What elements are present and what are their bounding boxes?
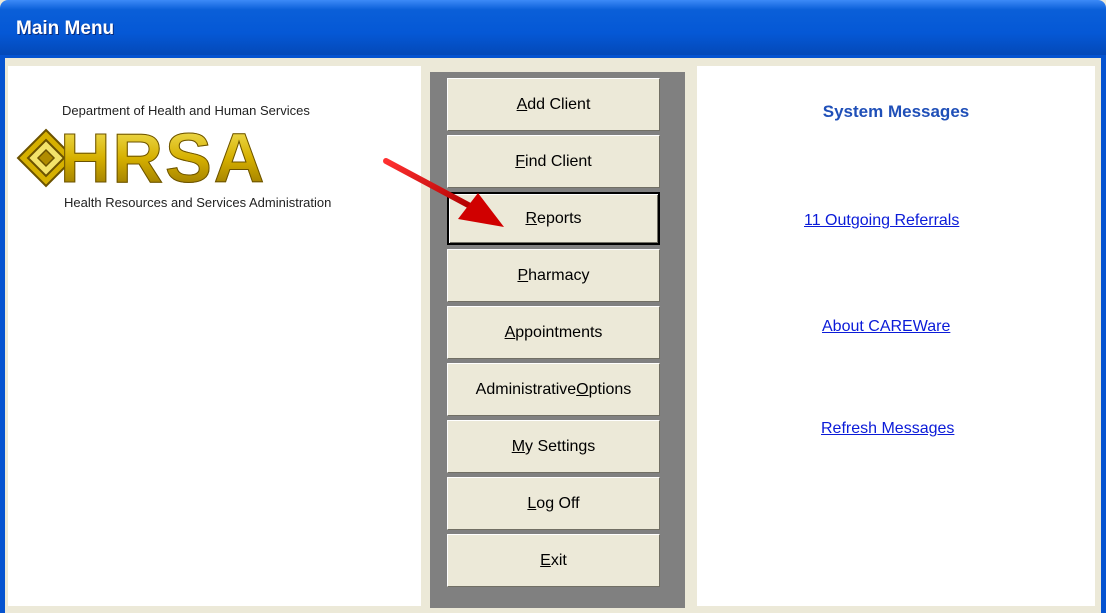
exit-button[interactable]: Exit	[447, 534, 660, 587]
window-title: Main Menu	[16, 18, 115, 39]
hrsa-wordmark: HRSA	[59, 119, 267, 198]
button-label-suffix: harmacy	[528, 266, 590, 284]
button-label-suffix: ppointments	[515, 323, 603, 341]
button-label-suffix: y Settings	[525, 437, 596, 455]
logo-org-top: Department of Health and Human Services	[62, 103, 310, 118]
button-accelerator-key: L	[527, 494, 537, 512]
button-label-suffix: og Off	[536, 494, 580, 512]
button-label-prefix: Administrative	[475, 380, 577, 398]
main-menu-window: Main Menu Department of Health and Human…	[0, 0, 1106, 613]
button-accelerator-key: M	[511, 437, 526, 455]
log-off-button[interactable]: Log Off	[447, 477, 660, 530]
button-label-suffix: ind Client	[525, 152, 592, 170]
button-accelerator-key: A	[504, 323, 516, 341]
logo-org-bottom: Health Resources and Services Administra…	[64, 195, 332, 210]
button-accelerator-key: R	[525, 209, 538, 227]
button-label-suffix: xit	[550, 551, 567, 569]
button-label-suffix: eports	[537, 209, 582, 227]
refresh-messages-link[interactable]: Refresh Messages	[821, 420, 954, 438]
red-pointer-arrow-icon	[383, 158, 504, 227]
button-accelerator-key: A	[516, 95, 528, 113]
system-messages-heading: System Messages	[822, 102, 970, 121]
button-accelerator-key: P	[517, 266, 529, 284]
administrative-options-button[interactable]: Administrative Options	[447, 363, 660, 416]
about-careware-link[interactable]: About CAREWare	[822, 318, 950, 336]
button-accelerator-key: F	[515, 152, 526, 170]
appointments-button[interactable]: Appointments	[447, 306, 660, 359]
pharmacy-button[interactable]: Pharmacy	[447, 249, 660, 302]
button-accelerator-key: O	[576, 380, 589, 398]
outgoing-referrals-link[interactable]: 11 Outgoing Referrals	[804, 212, 959, 230]
button-label-suffix: dd Client	[527, 95, 591, 113]
button-label-suffix: ptions	[588, 380, 632, 398]
button-accelerator-key: E	[540, 551, 551, 569]
system-messages-pane	[697, 66, 1095, 606]
add-client-button[interactable]: Add Client	[447, 78, 660, 131]
my-settings-button[interactable]: My Settings	[447, 420, 660, 473]
title-bar[interactable]: Main Menu	[0, 0, 1106, 55]
